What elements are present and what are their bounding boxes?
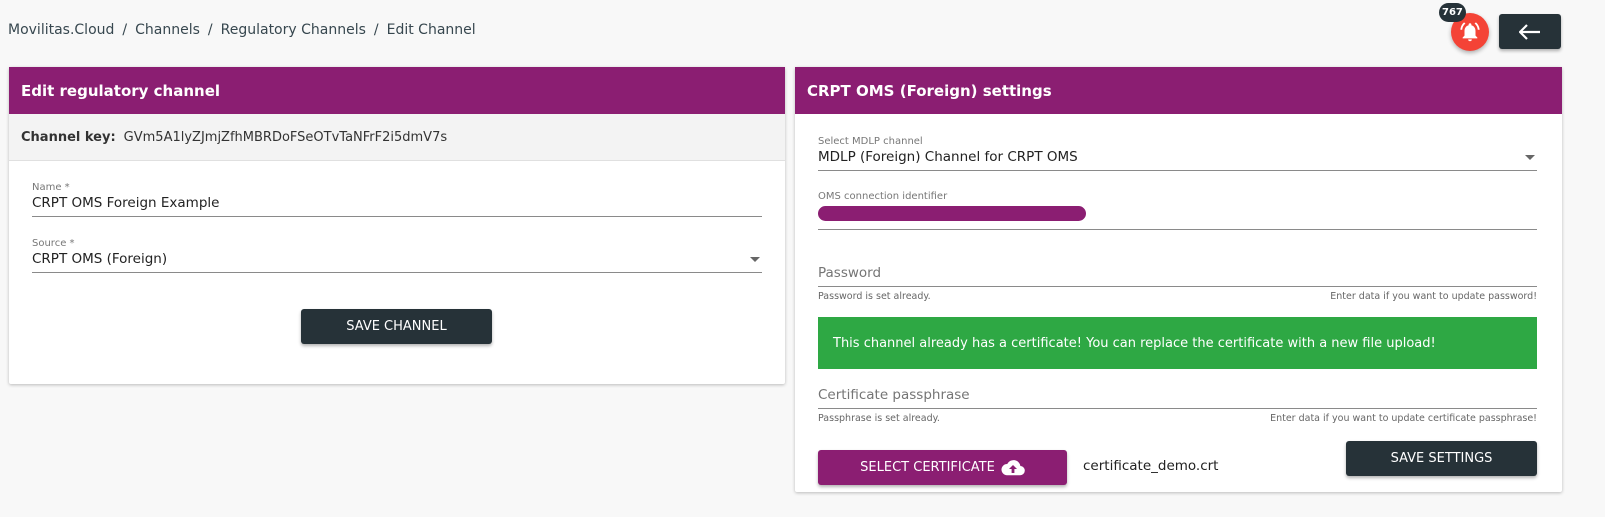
channel-key-row: Channel key: GVm5A1lyZJmjZfhMBRDoFSeOTvT…	[9, 114, 785, 161]
source-selected-value: CRPT OMS (Foreign)	[32, 251, 168, 267]
card-title: CRPT OMS (Foreign) settings	[795, 67, 1562, 114]
password-hint-right: Enter data if you want to update passwor…	[1330, 291, 1537, 302]
oms-connection-field[interactable]: OMS connection identifier	[818, 191, 1537, 230]
certificate-alert: This channel already has a certificate! …	[818, 317, 1537, 369]
channel-key-value: GVm5A1lyZJmjZfhMBRDoFSeOTvTaNFrF2i5dmV7s	[123, 129, 448, 145]
oms-settings-card: CRPT OMS (Foreign) settings Select MDLP …	[795, 67, 1562, 492]
password-hint-left: Password is set already.	[818, 291, 931, 302]
bell-alert-icon	[1460, 22, 1480, 42]
card-title: Edit regulatory channel	[9, 67, 785, 114]
breadcrumb-item-current: Edit Channel	[386, 22, 476, 38]
breadcrumb-item-channels[interactable]: Channels	[135, 22, 200, 38]
passphrase-hint-right: Enter data if you want to update certifi…	[1270, 413, 1537, 424]
select-certificate-label: SELECT CERTIFICATE	[860, 460, 995, 475]
mdlp-channel-field[interactable]: Select MDLP channel MDLP (Foreign) Chann…	[818, 136, 1537, 171]
certificate-filename: certificate_demo.crt	[1083, 458, 1219, 474]
arrow-left-icon	[1519, 23, 1540, 40]
breadcrumb-item-home[interactable]: Movilitas.Cloud	[8, 22, 114, 38]
password-field[interactable]: Password Password is set already. Enter …	[818, 263, 1537, 302]
back-button[interactable]	[1499, 14, 1561, 49]
oms-connection-label: OMS connection identifier	[818, 191, 948, 202]
passphrase-field[interactable]: Certificate passphrase Passphrase is set…	[818, 385, 1537, 424]
passphrase-placeholder: Certificate passphrase	[818, 387, 970, 403]
source-select[interactable]: CRPT OMS (Foreign)	[32, 251, 762, 273]
oms-connection-input[interactable]	[818, 204, 1537, 230]
passphrase-hints: Passphrase is set already. Enter data if…	[818, 413, 1537, 424]
password-hints: Password is set already. Enter data if y…	[818, 291, 1537, 302]
name-label: Name *	[32, 182, 70, 193]
breadcrumb-separator: /	[373, 22, 379, 38]
password-input[interactable]: Password	[818, 265, 1537, 287]
select-certificate-button[interactable]: SELECT CERTIFICATE	[818, 450, 1067, 485]
source-field[interactable]: Source * CRPT OMS (Foreign)	[32, 238, 762, 273]
cloud-upload-icon	[1001, 459, 1025, 475]
name-field[interactable]: Name * CRPT OMS Foreign Example	[32, 182, 762, 217]
passphrase-hint-left: Passphrase is set already.	[818, 413, 940, 424]
mdlp-channel-label: Select MDLP channel	[818, 136, 923, 147]
breadcrumb-separator: /	[207, 22, 213, 38]
mdlp-selected-value: MDLP (Foreign) Channel for CRPT OMS	[818, 149, 1078, 165]
source-label: Source *	[32, 238, 75, 249]
name-input[interactable]: CRPT OMS Foreign Example	[32, 195, 762, 217]
mdlp-channel-select[interactable]: MDLP (Foreign) Channel for CRPT OMS	[818, 149, 1537, 171]
save-settings-button[interactable]: SAVE SETTINGS	[1346, 441, 1537, 476]
breadcrumb-separator: /	[122, 22, 128, 38]
save-channel-button[interactable]: SAVE CHANNEL	[301, 309, 492, 344]
password-placeholder: Password	[818, 265, 882, 281]
chevron-down-icon	[750, 257, 760, 262]
channel-key-label: Channel key:	[21, 129, 116, 145]
breadcrumb-item-regulatory-channels[interactable]: Regulatory Channels	[221, 22, 366, 38]
breadcrumb: Movilitas.Cloud / Channels / Regulatory …	[8, 22, 476, 38]
notification-count-badge: 767	[1439, 3, 1466, 22]
edit-channel-card: Edit regulatory channel Channel key: GVm…	[9, 67, 785, 384]
chevron-down-icon	[1525, 155, 1535, 160]
redacted-value	[818, 206, 1086, 221]
passphrase-input[interactable]: Certificate passphrase	[818, 387, 1537, 409]
